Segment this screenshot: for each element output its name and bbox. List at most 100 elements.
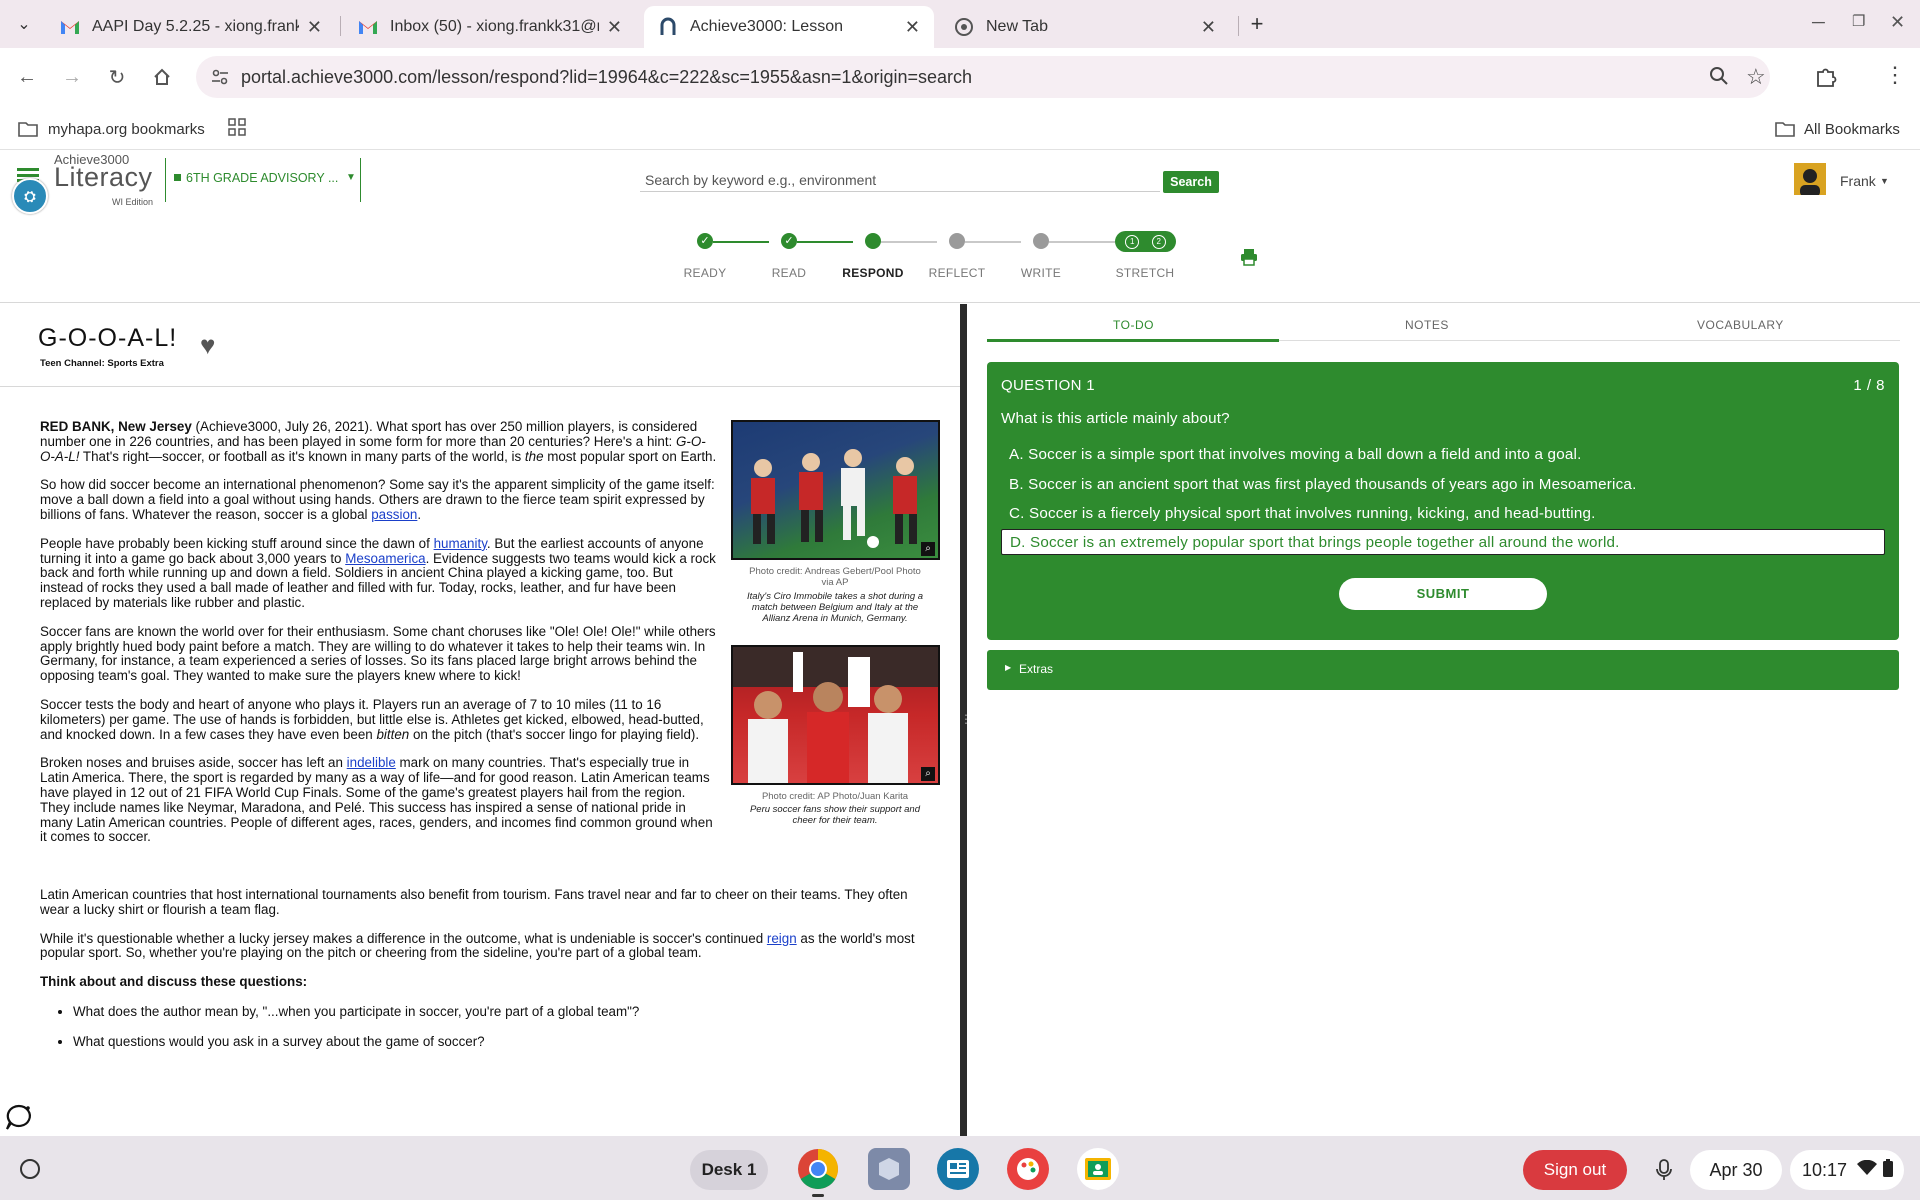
favorite-heart-icon[interactable]: ♥ — [200, 330, 215, 361]
close-tab-icon[interactable]: ✕ — [607, 17, 622, 38]
stretch-badges[interactable]: 1 2 — [1115, 231, 1176, 252]
article-body-top: RED BANK, New Jersey (Achieve3000, July … — [40, 419, 718, 845]
question-card: QUESTION 1 1 / 8 What is this article ma… — [987, 362, 1899, 640]
vocab-link-humanity[interactable]: humanity — [434, 536, 487, 551]
pane-resize-handle[interactable]: ⋮ — [960, 304, 972, 1136]
canvas-paint-icon[interactable] — [1007, 1148, 1049, 1190]
zoom-magnifier-icon[interactable] — [1709, 66, 1729, 91]
answer-option-b[interactable]: B. Soccer is an ancient sport that was f… — [1001, 472, 1885, 498]
progress-line — [965, 241, 1021, 243]
user-name[interactable]: Frank — [1840, 173, 1876, 189]
vocab-link-passion[interactable]: passion — [371, 507, 417, 522]
extras-accordion[interactable]: ▶ Extras — [987, 650, 1899, 690]
tab-separator — [1238, 16, 1239, 36]
launcher-icon[interactable] — [20, 1159, 40, 1179]
chrome-icon[interactable] — [797, 1148, 839, 1190]
step-read[interactable]: READ — [749, 266, 829, 280]
article-channel: Teen Channel: Sports Extra — [40, 358, 164, 369]
step-reflect[interactable]: REFLECT — [917, 266, 997, 280]
vocab-link-mesoamerica[interactable]: Mesoamerica — [345, 551, 425, 566]
forward-arrow-icon[interactable]: → — [57, 62, 87, 92]
files-app-icon[interactable] — [868, 1148, 910, 1190]
close-tab-icon[interactable]: ✕ — [1201, 17, 1216, 38]
step-stretch[interactable]: STRETCH — [1105, 266, 1185, 280]
url-text[interactable]: portal.achieve3000.com/lesson/respond?li… — [241, 67, 972, 88]
date-indicator[interactable]: Apr 30 — [1690, 1150, 1782, 1190]
back-arrow-icon[interactable]: ← — [12, 62, 42, 92]
answer-option-d[interactable]: D. Soccer is an extremely popular sport … — [1001, 529, 1885, 555]
battery-icon — [1883, 1158, 1894, 1182]
tab-title: Achieve3000: Lesson — [690, 18, 843, 35]
caret-right-icon: ▶ — [1005, 663, 1012, 672]
zoom-icon[interactable]: ⌕ — [921, 542, 935, 556]
progress-line — [797, 241, 853, 243]
microphone-icon[interactable] — [1642, 1150, 1686, 1190]
avatar[interactable] — [1794, 163, 1826, 195]
class-selector-label: 6TH GRADE ADVISORY ... — [186, 171, 339, 185]
peru-fans-photo[interactable]: ⌕ — [731, 645, 940, 785]
home-icon[interactable] — [147, 62, 177, 92]
browser-tab-inbox[interactable]: Inbox (50) - xiong.frankk31@my ✕ — [344, 6, 636, 48]
search-button[interactable]: Search — [1163, 171, 1219, 193]
all-bookmarks-link[interactable]: All Bookmarks — [1804, 121, 1900, 138]
class-selector[interactable]: 6TH GRADE ADVISORY ... ▼ — [165, 158, 361, 202]
browser-toolbar: ← → ↻ portal.achieve3000.com/lesson/resp… — [0, 48, 1920, 110]
soccer-match-photo[interactable]: ⌕ — [731, 420, 940, 560]
vocab-link-indelible[interactable]: indelible — [347, 755, 396, 770]
accessibility-tools-icon[interactable]: ⛭ — [12, 178, 48, 214]
activity-panel: TO-DO NOTES VOCABULARY QUESTION 1 1 / 8 … — [967, 304, 1920, 1136]
new-tab-plus-icon[interactable]: + — [1243, 10, 1271, 38]
minimize-icon[interactable]: ─ — [1812, 12, 1825, 33]
browser-menu-icon[interactable]: ⋮ — [1884, 62, 1906, 88]
google-classroom-icon[interactable] — [1077, 1148, 1119, 1190]
logo-literacy: Literacy — [54, 162, 153, 192]
status-tray[interactable]: 10:17 — [1790, 1150, 1904, 1190]
tab-vocabulary[interactable]: VOCABULARY — [1697, 318, 1784, 332]
submit-button[interactable]: SUBMIT — [1339, 578, 1547, 610]
discussion-heading: Think about and discuss these questions: — [40, 974, 308, 990]
current-step-dot — [865, 233, 881, 249]
news-app-icon[interactable] — [937, 1148, 979, 1190]
sign-out-button[interactable]: Sign out — [1523, 1150, 1627, 1190]
browser-tab-aapi[interactable]: AAPI Day 5.2.25 - xiong.frankk31 ✕ — [46, 6, 336, 48]
user-menu-caret-icon[interactable]: ▼ — [1880, 176, 1889, 186]
list-item: What questions would you ask in a survey… — [73, 1034, 930, 1049]
paragraph: Broken noses and bruises aside, soccer h… — [40, 755, 713, 845]
paragraph: RED BANK, New Jersey (Achieve3000, July … — [40, 419, 717, 464]
tab-todo[interactable]: TO-DO — [1113, 318, 1154, 332]
folder-icon — [1775, 120, 1795, 142]
desk-button[interactable]: Desk 1 — [690, 1150, 768, 1190]
gmail-icon — [60, 17, 80, 37]
article-pane: G-O-O-A-L! ♥ Teen Channel: Sports Extra … — [0, 304, 960, 1136]
reload-icon[interactable]: ↻ — [102, 62, 132, 92]
paragraph: So how did soccer become an internationa… — [40, 477, 715, 522]
browser-tab-achieve[interactable]: Achieve3000: Lesson ✕ — [644, 6, 934, 48]
step-dot — [949, 233, 965, 249]
vocab-link-reign[interactable]: reign — [767, 931, 797, 946]
bookmark-star-icon[interactable]: ☆ — [1746, 64, 1766, 90]
address-bar[interactable]: portal.achieve3000.com/lesson/respond?li… — [196, 56, 1770, 98]
apps-grid-icon[interactable] — [228, 118, 246, 140]
close-tab-icon[interactable]: ✕ — [307, 17, 322, 38]
chat-help-icon[interactable] — [4, 1102, 34, 1136]
search-input[interactable]: Search by keyword e.g., environment — [640, 168, 1160, 192]
zoom-icon[interactable]: ⌕ — [921, 767, 935, 781]
print-icon[interactable] — [1240, 248, 1258, 271]
checkmark-icon: ✓ — [781, 233, 797, 249]
answer-option-a[interactable]: A. Soccer is a simple sport that involve… — [1001, 442, 1885, 468]
step-ready[interactable]: READY — [665, 266, 745, 280]
tab-notes[interactable]: NOTES — [1405, 318, 1449, 332]
drag-grip-icon[interactable]: ⋮ — [960, 713, 972, 734]
bookmark-folder-myhapa[interactable]: myhapa.org bookmarks — [48, 121, 205, 138]
restore-window-icon[interactable]: ❐ — [1852, 12, 1865, 30]
browser-tab-newtab[interactable]: New Tab ✕ — [940, 6, 1230, 48]
step-respond[interactable]: RESPOND — [833, 266, 913, 280]
answer-option-c[interactable]: C. Soccer is a fiercely physical sport t… — [1001, 501, 1885, 527]
step-write[interactable]: WRITE — [1001, 266, 1081, 280]
tab-search-chevron-icon[interactable]: ⌄ — [10, 10, 38, 38]
extensions-puzzle-icon[interactable] — [1815, 66, 1837, 93]
close-tab-icon[interactable]: ✕ — [905, 17, 920, 38]
close-window-icon[interactable]: ✕ — [1890, 12, 1905, 33]
site-info-icon[interactable] — [210, 67, 230, 92]
list-item: What does the author mean by, "...when y… — [73, 1004, 930, 1019]
